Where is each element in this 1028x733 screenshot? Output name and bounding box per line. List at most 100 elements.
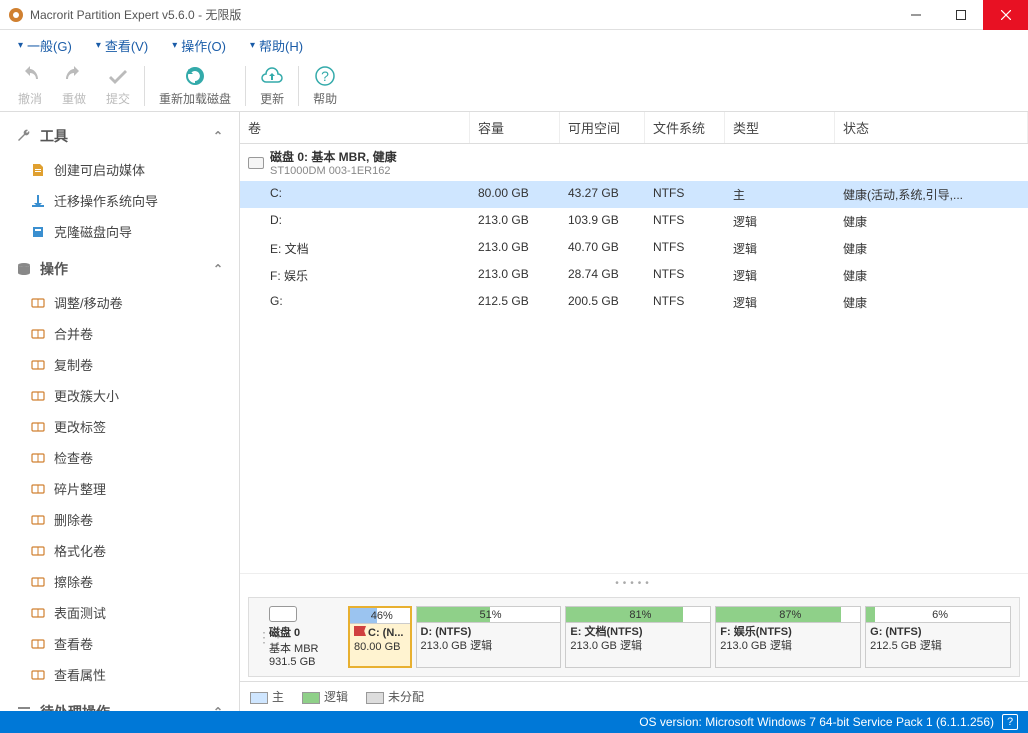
sidebar-op-item[interactable]: 调整/移动卷 xyxy=(0,287,239,318)
menu-help[interactable]: ▾帮助(H) xyxy=(240,32,313,59)
maximize-button[interactable] xyxy=(938,0,983,30)
sidebar-op-item[interactable]: 查看属性 xyxy=(0,659,239,690)
reload-button[interactable]: 重新加载磁盘 xyxy=(149,62,241,109)
sidebar-op-item[interactable]: 表面测试 xyxy=(0,597,239,628)
menu-operate[interactable]: ▾操作(O) xyxy=(162,32,236,59)
sidebar-op-item[interactable]: 格式化卷 xyxy=(0,535,239,566)
cloud-upload-icon xyxy=(260,64,284,88)
operation-icon xyxy=(30,450,46,466)
operation-icon xyxy=(30,481,46,497)
status-bar: OS version: Microsoft Windows 7 64-bit S… xyxy=(0,711,1028,733)
col-capacity[interactable]: 容量 xyxy=(470,112,560,143)
splitter[interactable]: ••••• xyxy=(240,573,1028,593)
sidebar-item-label: 查看属性 xyxy=(54,665,106,684)
operation-icon xyxy=(30,605,46,621)
sidebar-op-item[interactable]: 擦除卷 xyxy=(0,566,239,597)
partition-block[interactable]: 87% F: 娱乐(NTFS)213.0 GB 逻辑 xyxy=(715,606,861,668)
legend: 主 逻辑 未分配 xyxy=(240,681,1028,711)
tool-icon xyxy=(30,162,46,178)
disk-drive-icon xyxy=(248,157,264,169)
volume-list: C:80.00 GB43.27 GB NTFS主健康(活动,系统,引导,... … xyxy=(240,181,1028,316)
sidebar-tool-item[interactable]: 迁移操作系统向导 xyxy=(0,185,239,216)
sidebar-item-label: 碎片整理 xyxy=(54,479,106,498)
disk-drive-icon xyxy=(269,606,297,622)
sidebar-op-item[interactable]: 复制卷 xyxy=(0,349,239,380)
volume-row[interactable]: C:80.00 GB43.27 GB NTFS主健康(活动,系统,引导,... xyxy=(240,181,1028,208)
sidebar-item-label: 合并卷 xyxy=(54,324,93,343)
col-volume[interactable]: 卷 xyxy=(240,112,470,143)
operation-icon xyxy=(30,667,46,683)
sidebar-item-label: 调整/移动卷 xyxy=(54,293,123,312)
help-icon: ? xyxy=(313,64,337,88)
sidebar-tool-item[interactable]: 创建可启动媒体 xyxy=(0,154,239,185)
window-title: Macrorit Partition Expert v5.6.0 - 无限版 xyxy=(30,6,893,23)
volume-row[interactable]: E: 文档213.0 GB40.70 GB NTFS逻辑健康 xyxy=(240,235,1028,262)
drag-handle-icon[interactable]: ⋮⋮ xyxy=(257,606,265,668)
help-button[interactable]: ?帮助 xyxy=(303,62,347,109)
operation-icon xyxy=(30,636,46,652)
redo-icon xyxy=(62,64,86,88)
sidebar: 工具⌃ 创建可启动媒体迁移操作系统向导克隆磁盘向导 操作⌃ 调整/移动卷合并卷复… xyxy=(0,112,240,711)
sidebar-op-item[interactable]: 碎片整理 xyxy=(0,473,239,504)
operation-icon xyxy=(30,295,46,311)
disk-header[interactable]: 磁盘 0: 基本 MBR, 健康 ST1000DM 003-1ER162 xyxy=(240,144,1028,181)
partition-block[interactable]: 51% D: (NTFS)213.0 GB 逻辑 xyxy=(416,606,562,668)
undo-button[interactable]: 撤消 xyxy=(8,62,52,109)
sidebar-op-item[interactable]: 合并卷 xyxy=(0,318,239,349)
close-button[interactable] xyxy=(983,0,1028,30)
commit-button[interactable]: 提交 xyxy=(96,62,140,109)
disk-icon xyxy=(16,261,32,277)
disk-map-info[interactable]: 磁盘 0 基本 MBR 931.5 GB xyxy=(269,606,344,668)
collapse-icon: ⌃ xyxy=(213,262,223,276)
sidebar-item-label: 复制卷 xyxy=(54,355,93,374)
svg-text:?: ? xyxy=(321,68,329,84)
sidebar-item-label: 擦除卷 xyxy=(54,572,93,591)
volume-row[interactable]: G:212.5 GB200.5 GB NTFS逻辑健康 xyxy=(240,289,1028,316)
partition-block[interactable]: 46% C: (N...80.00 GB xyxy=(348,606,412,668)
undo-icon xyxy=(18,64,42,88)
legend-unallocated-swatch xyxy=(366,692,384,704)
sidebar-op-item[interactable]: 查看卷 xyxy=(0,628,239,659)
sidebar-op-item[interactable]: 检查卷 xyxy=(0,442,239,473)
sidebar-op-item[interactable]: 更改标签 xyxy=(0,411,239,442)
reload-icon xyxy=(183,64,207,88)
info-icon[interactable]: ? xyxy=(1002,714,1018,730)
sidebar-ops-header[interactable]: 操作⌃ xyxy=(0,251,239,287)
list-icon xyxy=(16,704,32,711)
sidebar-item-label: 查看卷 xyxy=(54,634,93,653)
volume-row[interactable]: F: 娱乐213.0 GB28.74 GB NTFS逻辑健康 xyxy=(240,262,1028,289)
sidebar-item-label: 表面测试 xyxy=(54,603,106,622)
commit-icon xyxy=(106,64,130,88)
tool-icon xyxy=(30,193,46,209)
title-bar: Macrorit Partition Expert v5.6.0 - 无限版 xyxy=(0,0,1028,30)
refresh-button[interactable]: 更新 xyxy=(250,62,294,109)
partition-block[interactable]: 6% G: (NTFS)212.5 GB 逻辑 xyxy=(865,606,1011,668)
toolbar: 撤消 重做 提交 重新加载磁盘 更新 ?帮助 xyxy=(0,60,1028,112)
collapse-icon: ⌃ xyxy=(213,129,223,143)
operation-icon xyxy=(30,574,46,590)
table-header: 卷 容量 可用空间 文件系统 类型 状态 xyxy=(240,112,1028,144)
sidebar-op-item[interactable]: 更改簇大小 xyxy=(0,380,239,411)
minimize-button[interactable] xyxy=(893,0,938,30)
disk-model: ST1000DM 003-1ER162 xyxy=(270,165,397,177)
volume-row[interactable]: D:213.0 GB103.9 GB NTFS逻辑健康 xyxy=(240,208,1028,235)
content-area: 卷 容量 可用空间 文件系统 类型 状态 磁盘 0: 基本 MBR, 健康 ST… xyxy=(240,112,1028,711)
col-type[interactable]: 类型 xyxy=(725,112,835,143)
disk-map: ⋮⋮ 磁盘 0 基本 MBR 931.5 GB 46% C: (N...80.0… xyxy=(248,597,1020,677)
sidebar-tools-header[interactable]: 工具⌃ xyxy=(0,118,239,154)
sidebar-item-label: 迁移操作系统向导 xyxy=(54,191,158,210)
legend-primary-swatch xyxy=(250,692,268,704)
sidebar-op-item[interactable]: 删除卷 xyxy=(0,504,239,535)
redo-button[interactable]: 重做 xyxy=(52,62,96,109)
sidebar-item-label: 更改标签 xyxy=(54,417,106,436)
menu-general[interactable]: ▾一般(G) xyxy=(8,32,82,59)
sidebar-pending-header[interactable]: 待处理操作⌃ xyxy=(0,694,239,711)
partition-block[interactable]: 81% E: 文档(NTFS)213.0 GB 逻辑 xyxy=(565,606,711,668)
os-version: OS version: Microsoft Windows 7 64-bit S… xyxy=(639,715,994,729)
col-filesystem[interactable]: 文件系统 xyxy=(645,112,725,143)
menu-bar: ▾一般(G) ▾查看(V) ▾操作(O) ▾帮助(H) xyxy=(0,30,1028,60)
col-status[interactable]: 状态 xyxy=(835,112,1028,143)
sidebar-tool-item[interactable]: 克隆磁盘向导 xyxy=(0,216,239,247)
col-free[interactable]: 可用空间 xyxy=(560,112,645,143)
menu-view[interactable]: ▾查看(V) xyxy=(86,32,158,59)
